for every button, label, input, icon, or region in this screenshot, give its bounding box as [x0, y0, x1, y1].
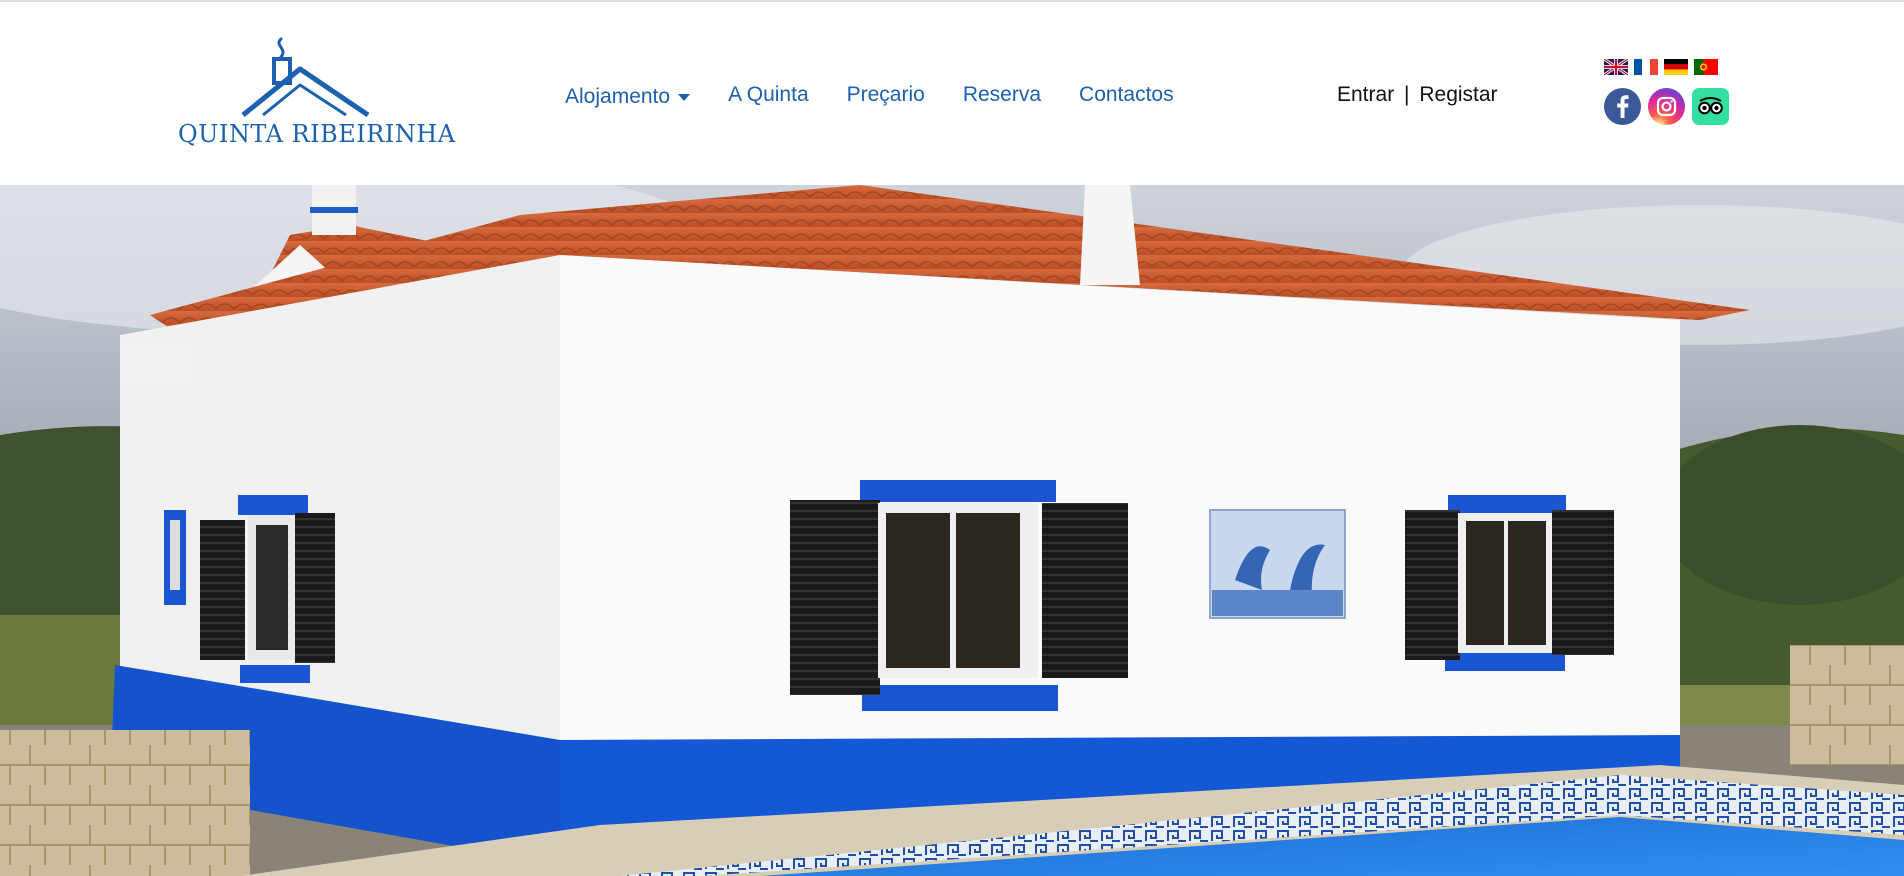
house-logo-icon: [241, 37, 370, 117]
nav-alojamento-label: Alojamento: [565, 85, 671, 108]
nav-reserva-label: Reserva: [962, 83, 1042, 106]
nav-a-quinta[interactable]: A Quinta: [728, 83, 809, 107]
nav-contactos[interactable]: Contactos: [1079, 83, 1174, 107]
nav-a-quinta-label: A Quinta: [728, 83, 809, 106]
house-photo: [0, 185, 1904, 876]
language-switcher: [1604, 59, 1718, 75]
auth-separator: |: [1404, 83, 1410, 106]
register-link[interactable]: Registar: [1419, 83, 1497, 106]
flag-fr-icon[interactable]: [1634, 59, 1658, 75]
nav-precario-label: Preçario: [846, 83, 925, 106]
tripadvisor-icon[interactable]: [1692, 88, 1729, 125]
instagram-icon[interactable]: [1648, 88, 1685, 125]
site-logo[interactable]: QUINTA RIBEIRINHA: [178, 32, 456, 156]
logo-text: QUINTA RIBEIRINHA: [178, 120, 456, 148]
flag-pt-icon[interactable]: [1694, 59, 1718, 75]
social-links: [1604, 88, 1729, 125]
login-link[interactable]: Entrar: [1337, 83, 1394, 106]
nav-alojamento[interactable]: Alojamento: [565, 85, 691, 109]
nav-precario[interactable]: Preçario: [847, 83, 925, 107]
hero-image: [0, 185, 1904, 876]
main-nav: Alojamento A Quinta Preçario Reserva Con…: [565, 80, 1212, 110]
nav-reserva[interactable]: Reserva: [963, 83, 1041, 107]
nav-contactos-label: Contactos: [1079, 83, 1174, 106]
caret-down-icon: [678, 93, 691, 101]
facebook-icon[interactable]: [1604, 88, 1641, 125]
auth-links: Entrar | Registar: [1337, 83, 1498, 107]
site-header: QUINTA RIBEIRINHA Alojamento A Quinta Pr…: [0, 2, 1904, 185]
flag-uk-icon[interactable]: [1604, 59, 1628, 75]
flag-de-icon[interactable]: [1664, 59, 1688, 75]
